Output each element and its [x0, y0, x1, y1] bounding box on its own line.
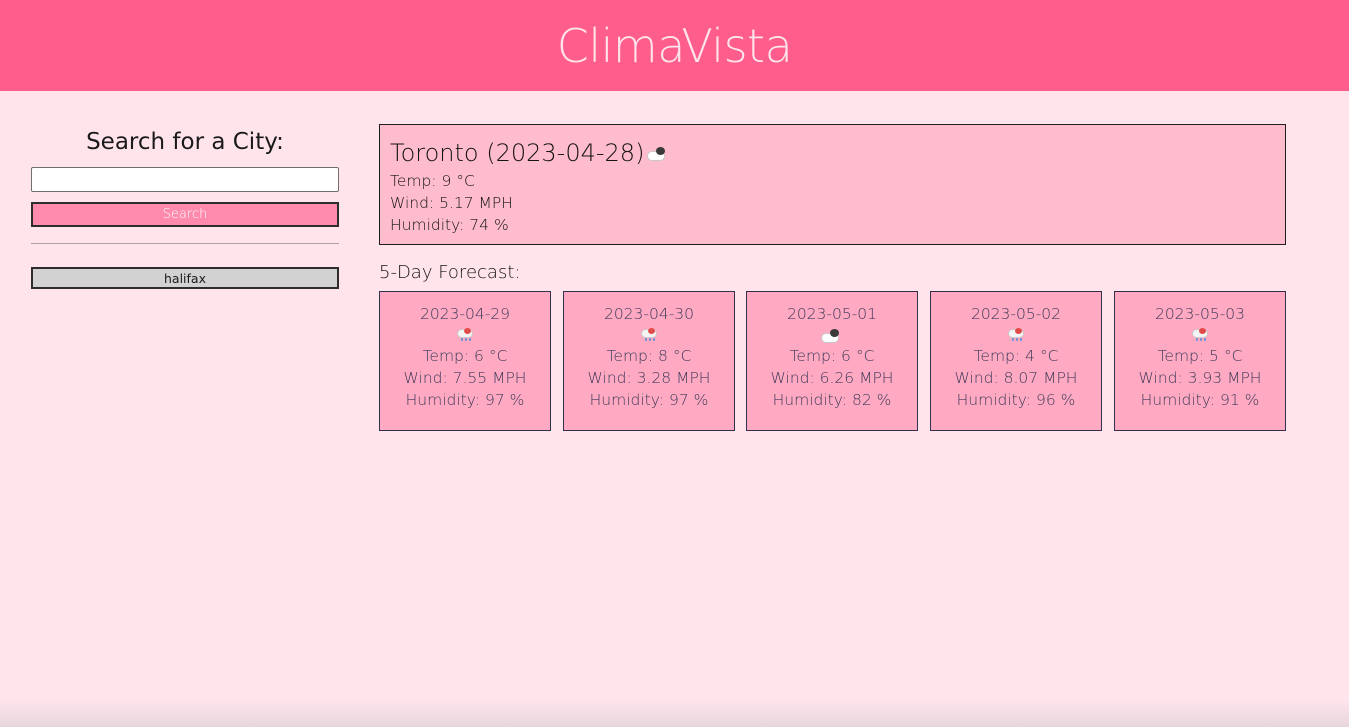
forecast-date: 2023-05-01	[786, 305, 878, 323]
forecast-humidity: Humidity: 96 %	[956, 391, 1076, 409]
current-wind: Wind: 5.17 MPH	[390, 194, 513, 212]
forecast-temp: Temp: 5 °C	[1157, 347, 1243, 365]
forecast-card: 2023-04-29 Temp: 6 °C Wind: 7.55 MPH Hum…	[379, 291, 551, 431]
history-item-halifax[interactable]: halifax	[31, 267, 339, 289]
forecast-wind: Wind: 8.07 MPH	[954, 369, 1078, 387]
cloud-icon	[648, 146, 668, 160]
current-temp: Temp: 9 °C	[390, 172, 475, 190]
app-header: ClimaVista	[0, 0, 1349, 91]
forecast-card: 2023-05-02 Temp: 4 °C Wind: 8.07 MPH Hum…	[930, 291, 1102, 431]
search-sidebar: Search for a City: Search halifax	[31, 124, 339, 289]
current-weather-card: Toronto (2023-04-28) Temp: 9 °C Wind: 5.…	[379, 124, 1286, 245]
rain-icon	[641, 328, 657, 342]
forecast-humidity: Humidity: 82 %	[772, 391, 892, 409]
current-weather-title-row: Toronto (2023-04-28)	[390, 136, 1275, 170]
forecast-wind: Wind: 6.26 MPH	[770, 369, 894, 387]
search-button[interactable]: Search	[31, 202, 339, 227]
forecast-humidity: Humidity: 91 %	[1140, 391, 1260, 409]
forecast-date: 2023-05-03	[1154, 305, 1246, 323]
forecast-heading: 5-Day Forecast:	[379, 262, 521, 283]
current-humidity: Humidity: 74 %	[390, 216, 509, 234]
sidebar-divider	[31, 243, 339, 244]
city-search-input[interactable]	[31, 167, 339, 192]
forecast-wind: Wind: 3.93 MPH	[1138, 369, 1262, 387]
forecast-temp: Temp: 6 °C	[789, 347, 875, 365]
forecast-card: 2023-05-01 Temp: 6 °C Wind: 6.26 MPH Hum…	[746, 291, 918, 431]
forecast-wind: Wind: 7.55 MPH	[403, 369, 527, 387]
rain-icon	[1008, 328, 1024, 342]
current-weather-title: Toronto (2023-04-28)	[390, 139, 645, 167]
cloud-icon	[822, 328, 842, 342]
forecast-humidity: Humidity: 97 %	[405, 391, 525, 409]
app-title: ClimaVista	[556, 18, 793, 73]
forecast-temp: Temp: 4 °C	[973, 347, 1059, 365]
search-heading: Search for a City:	[86, 129, 284, 155]
forecast-date: 2023-04-30	[603, 305, 695, 323]
forecast-date: 2023-05-02	[970, 305, 1062, 323]
forecast-temp: Temp: 8 °C	[606, 347, 692, 365]
forecast-card: 2023-05-03 Temp: 5 °C Wind: 3.93 MPH Hum…	[1114, 291, 1286, 431]
forecast-wind: Wind: 3.28 MPH	[587, 369, 711, 387]
forecast-temp: Temp: 6 °C	[422, 347, 508, 365]
forecast-humidity: Humidity: 97 %	[589, 391, 709, 409]
bottom-shadow	[0, 700, 1349, 727]
forecast-list: 2023-04-29 Temp: 6 °C Wind: 7.55 MPH Hum…	[379, 291, 1286, 431]
forecast-card: 2023-04-30 Temp: 8 °C Wind: 3.28 MPH Hum…	[563, 291, 735, 431]
rain-icon	[1192, 328, 1208, 342]
rain-icon	[457, 328, 473, 342]
forecast-date: 2023-04-29	[419, 305, 511, 323]
